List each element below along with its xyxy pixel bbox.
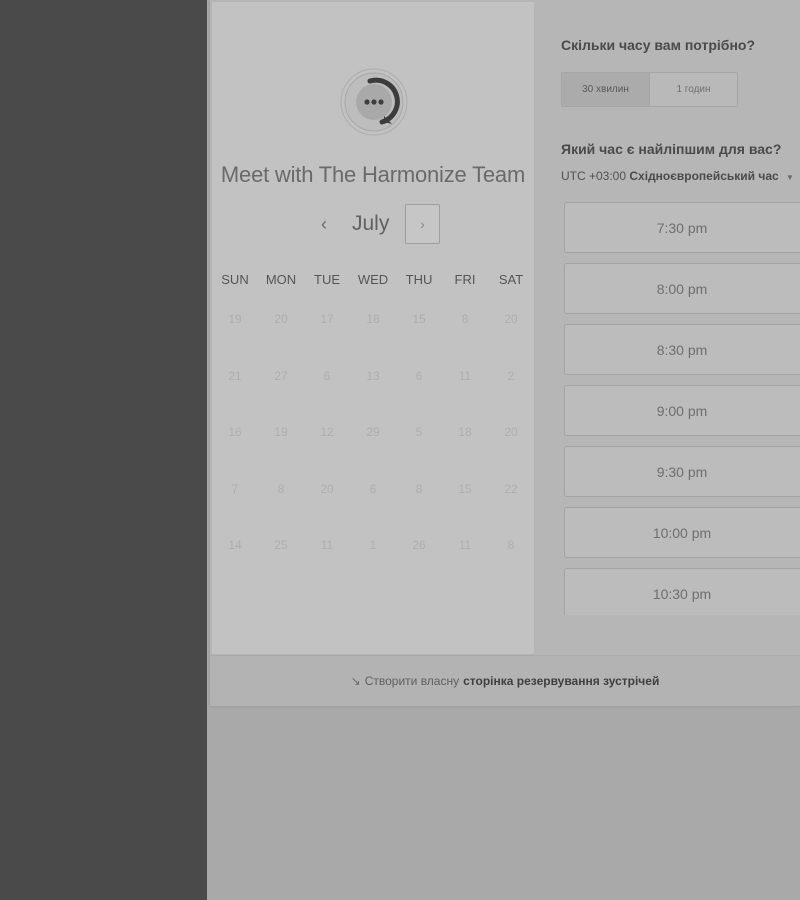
- time-question: Який час є найліпшим для вас?: [561, 141, 782, 157]
- calendar-day: 5: [415, 425, 423, 439]
- calendar-day: 6: [323, 368, 331, 383]
- timezone-offset: UTC +03:00: [561, 169, 627, 183]
- calendar-day: 12: [320, 425, 334, 439]
- pointer-arrow-icon: ↘: [350, 674, 361, 688]
- weekday-label: TUE: [314, 272, 340, 287]
- weekday-label: SAT: [498, 272, 524, 287]
- calendar-day: 15: [412, 312, 426, 326]
- time-slot-button[interactable]: 10:00 pm: [564, 507, 800, 558]
- footer-text: Створити власну: [364, 674, 460, 688]
- duration-question: Скільки часу вам потрібно?: [561, 37, 756, 53]
- calendar-day: 20: [504, 425, 518, 439]
- calendar-day: 18: [366, 312, 380, 326]
- calendar-day: 2: [507, 368, 515, 383]
- next-month-button[interactable]: ›: [405, 204, 440, 244]
- calendar-day: 6: [415, 368, 423, 383]
- calendar-day: 26: [412, 538, 426, 552]
- duration-60-button[interactable]: 1 годин: [650, 73, 737, 106]
- calendar-day: 11: [458, 368, 472, 383]
- calendar-day: 22: [504, 481, 518, 496]
- calendar-day: 21: [228, 368, 242, 383]
- calendar-day: 19: [228, 312, 242, 326]
- calendar-day: 8: [415, 481, 423, 496]
- time-slot-button[interactable]: 8:30 pm: [564, 324, 800, 375]
- time-slot-button[interactable]: 10:30 pm: [564, 568, 800, 615]
- footer-bar: ↘ Створити власну сторінка резервування …: [210, 655, 800, 706]
- time-slot-button[interactable]: 9:30 pm: [564, 446, 800, 497]
- weekday-label: MON: [265, 272, 297, 287]
- calendar-day: 29: [366, 425, 380, 439]
- calendar-day: 8: [507, 538, 515, 552]
- calendar-day: 6: [369, 481, 377, 496]
- calendar-day: 27: [274, 368, 288, 383]
- time-slot-button[interactable]: 7:30 pm: [564, 202, 800, 253]
- calendar-day: 16: [228, 425, 242, 439]
- calendar-day: 8: [461, 312, 469, 326]
- dark-sidebar: [0, 0, 207, 900]
- calendar-day: 15: [458, 481, 472, 496]
- weekday-label: FRI: [454, 272, 476, 287]
- timezone-name: Східноєвропейський час: [629, 169, 779, 183]
- calendar-day: 20: [274, 312, 288, 326]
- timezone-selector[interactable]: UTC +03:00 Східноєвропейський час ▼: [561, 169, 794, 183]
- month-label: July: [352, 212, 390, 235]
- calendar-day: 14: [228, 538, 242, 552]
- weekday-label: WED: [357, 272, 389, 287]
- calendar-day: 7: [231, 481, 239, 496]
- footer-link[interactable]: сторінка резервування зустрічей: [463, 674, 659, 688]
- calendar-day: 18: [458, 425, 472, 439]
- calendar-day: 20: [320, 481, 334, 496]
- weekday-label: SUN: [221, 272, 249, 287]
- duration-selector: 30 хвилин 1 годин: [561, 72, 738, 107]
- calendar-day: 8: [277, 481, 285, 496]
- page-title: Meet with The Harmonize Team: [220, 162, 526, 187]
- calendar-day: 25: [274, 538, 288, 552]
- calendar-day: 17: [320, 312, 334, 326]
- time-slot-button[interactable]: 9:00 pm: [564, 385, 800, 436]
- calendar-day: 1: [369, 538, 377, 552]
- calendar-day: 11: [458, 538, 472, 552]
- month-navigation: ‹ July ›: [212, 204, 534, 244]
- calendar-day: 19: [274, 425, 288, 439]
- time-slot-button[interactable]: 8:00 pm: [564, 263, 800, 314]
- duration-30-button[interactable]: 30 хвилин: [562, 73, 650, 106]
- harmonize-logo-icon: [340, 68, 408, 136]
- calendar-day: 20: [504, 312, 518, 326]
- caret-down-icon: ▼: [786, 173, 794, 182]
- time-slot-list: 7:30 pm 8:00 pm 8:30 pm 9:00 pm 9:30 pm …: [564, 200, 800, 615]
- prev-month-button[interactable]: ‹: [312, 210, 336, 238]
- weekday-label: THU: [405, 272, 433, 287]
- calendar-day: 13: [366, 368, 380, 383]
- calendar-day: 11: [320, 538, 334, 552]
